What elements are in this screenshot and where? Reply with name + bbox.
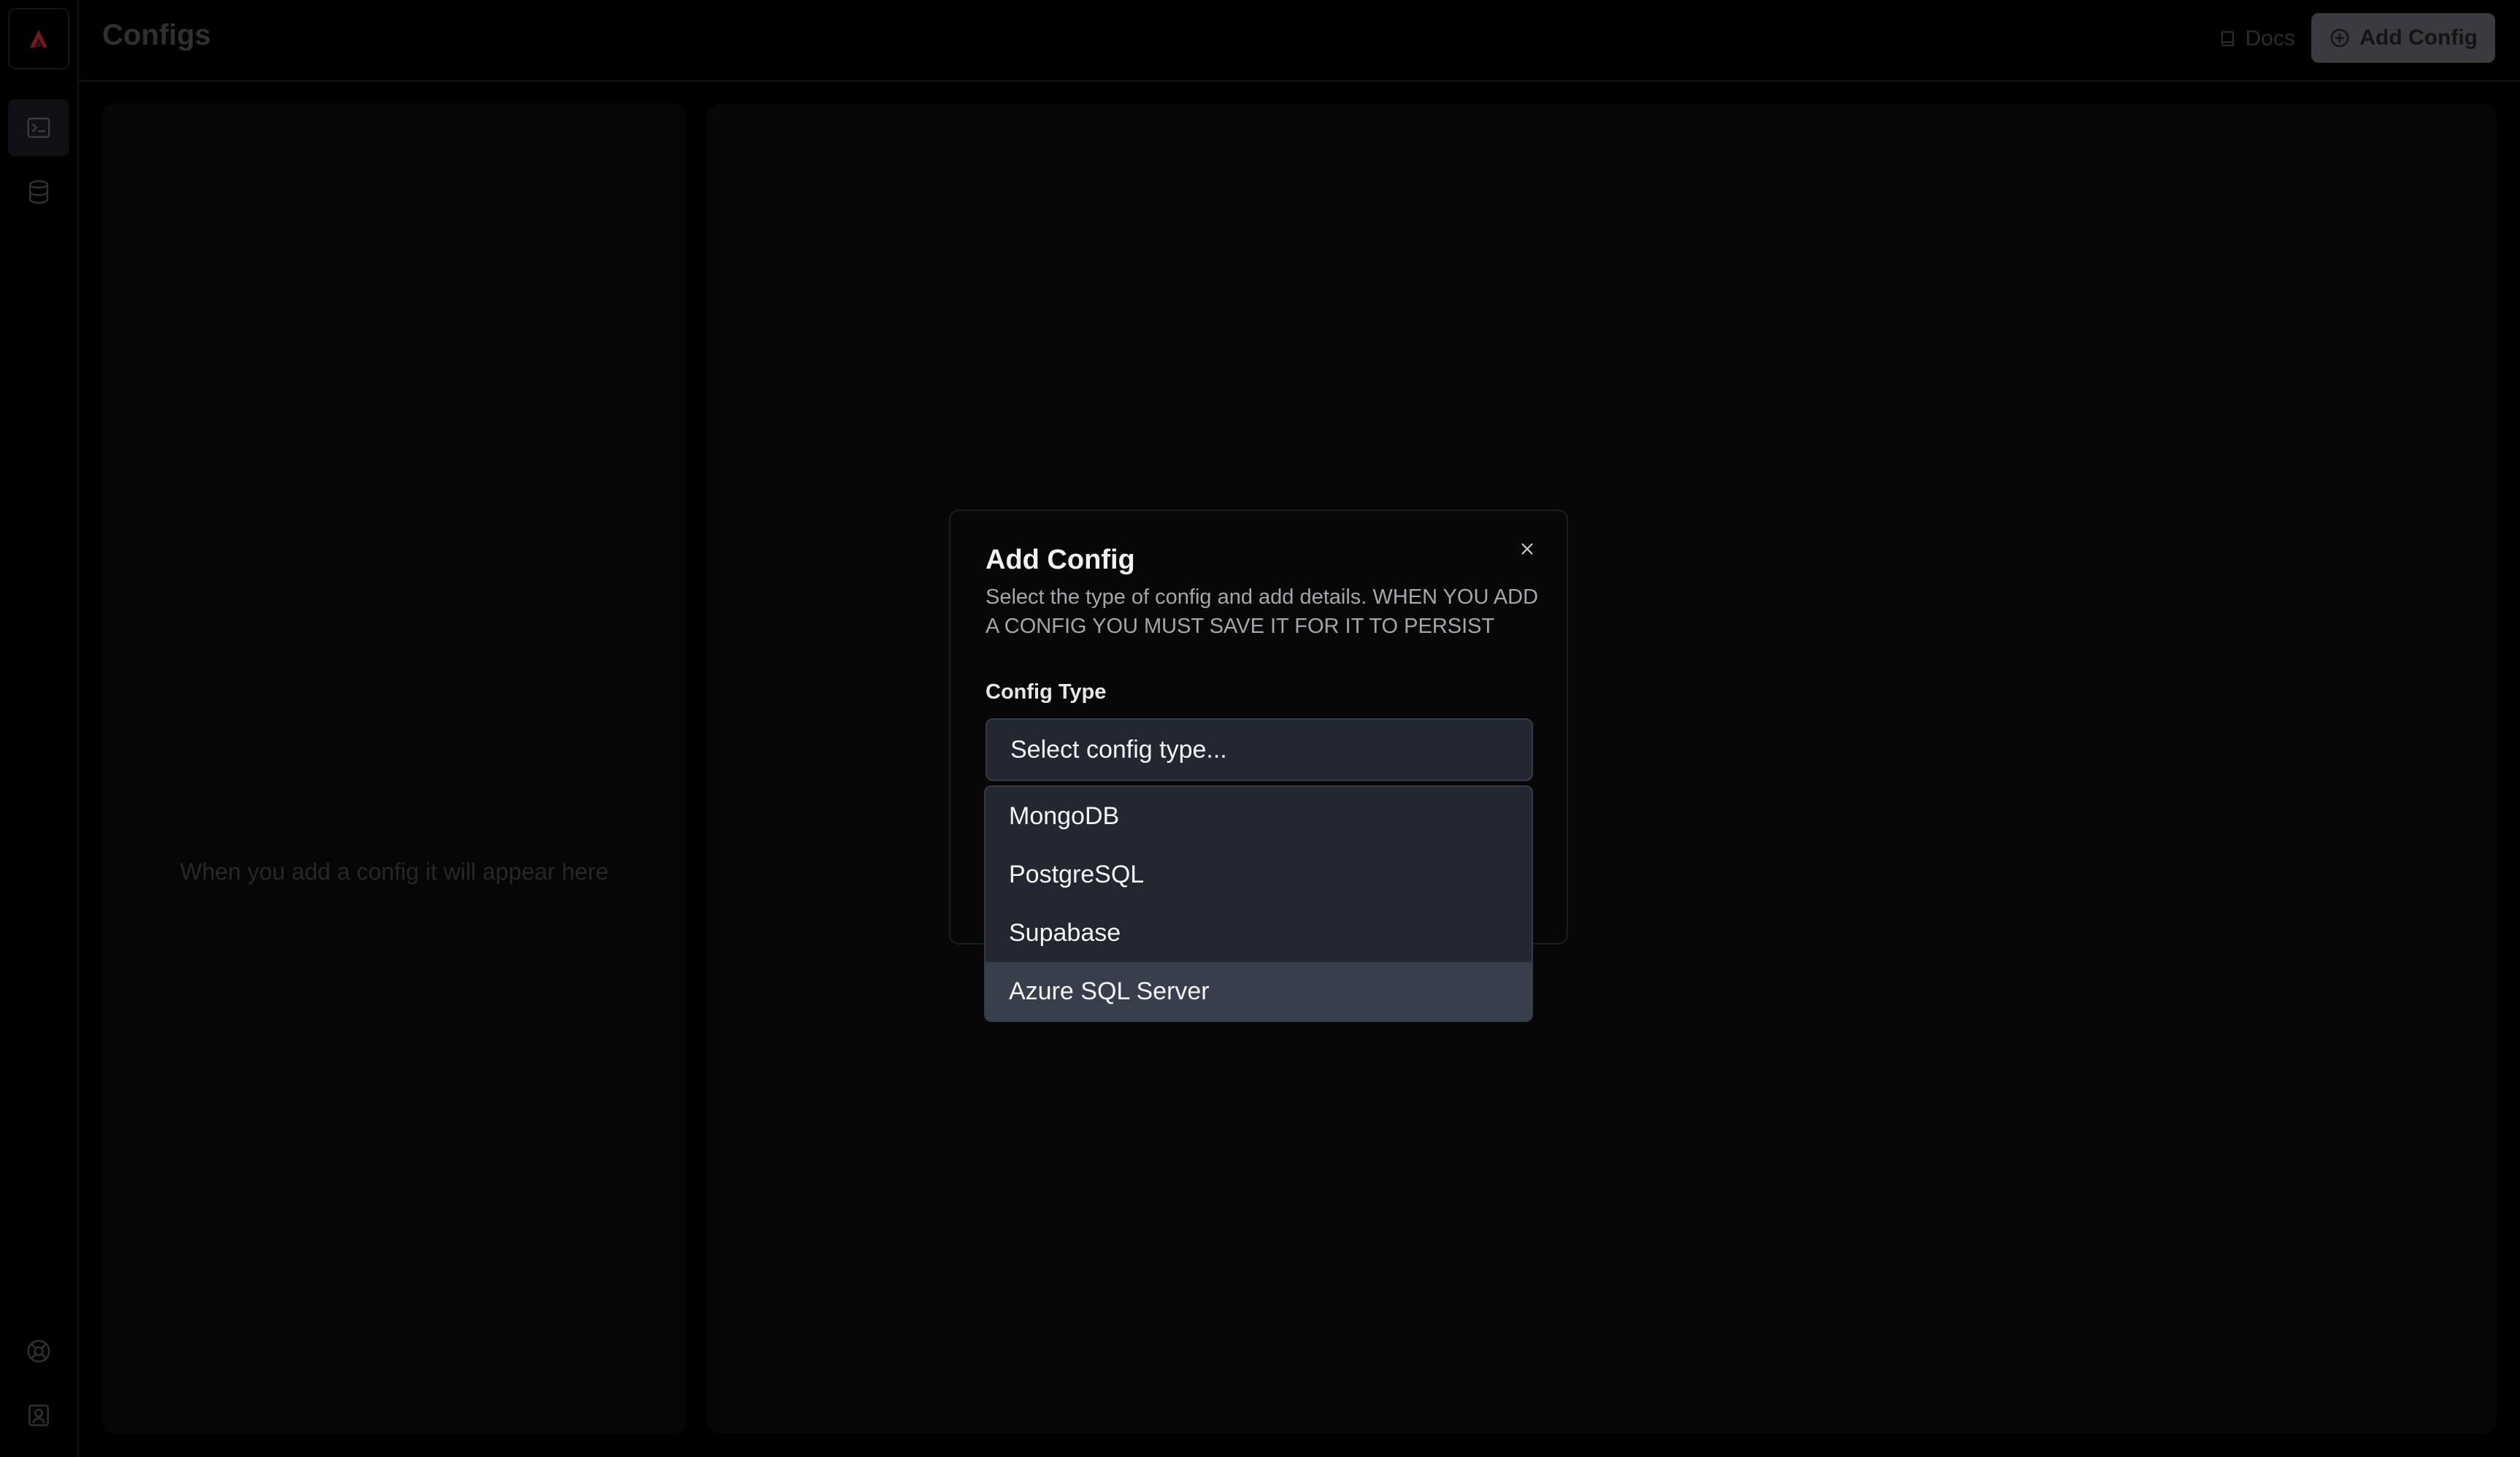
dropdown-option-azure-sql-server[interactable]: Azure SQL Server <box>986 962 1532 1020</box>
dropdown-option-supabase[interactable]: Supabase <box>986 904 1532 962</box>
dropdown-option-postgresql[interactable]: PostgreSQL <box>986 845 1532 904</box>
empty-state-text: When you add a config it will appear her… <box>180 858 609 885</box>
docs-button[interactable]: Docs <box>2199 16 2314 61</box>
sidebar-item-account[interactable] <box>8 1387 69 1444</box>
top-header: Configs Docs Add Config <box>79 0 2520 82</box>
dropdown-option-mongodb[interactable]: MongoDB <box>986 787 1532 845</box>
sidebar-item-help[interactable] <box>8 1323 69 1380</box>
config-type-select-value: Select config type... <box>1010 735 1227 764</box>
add-config-button[interactable]: Add Config <box>2311 13 2495 63</box>
config-list-panel: When you add a config it will appear her… <box>102 104 686 1434</box>
sidebar-rail <box>0 0 79 1457</box>
plus-circle-icon <box>2330 28 2349 47</box>
sidebar-item-configs[interactable] <box>8 99 69 156</box>
book-icon <box>2221 31 2234 47</box>
config-type-dropdown: MongoDB PostgreSQL Supabase Azure SQL Se… <box>984 785 1533 1022</box>
sidebar-item-database[interactable] <box>8 164 69 220</box>
modal-close-button[interactable] <box>1514 536 1540 562</box>
docs-button-label: Docs <box>2245 26 2295 50</box>
config-type-label: Config Type <box>986 680 1107 704</box>
logo-icon <box>30 30 47 47</box>
close-icon <box>1521 543 1533 555</box>
app-root: Configs Docs Add Config When you add a c… <box>0 0 2520 1457</box>
database-icon <box>28 180 49 204</box>
account-icon <box>28 1404 49 1426</box>
page-title: Configs <box>102 19 211 51</box>
modal-description: Select the type of config and add detail… <box>986 585 1539 638</box>
terminal-icon <box>27 118 50 138</box>
modal-title: Add Config <box>986 545 1135 575</box>
config-type-select[interactable]: Select config type... <box>986 718 1533 781</box>
help-icon <box>27 1339 50 1363</box>
add-config-button-label: Add Config <box>2359 26 2478 50</box>
app-logo[interactable] <box>8 8 69 69</box>
